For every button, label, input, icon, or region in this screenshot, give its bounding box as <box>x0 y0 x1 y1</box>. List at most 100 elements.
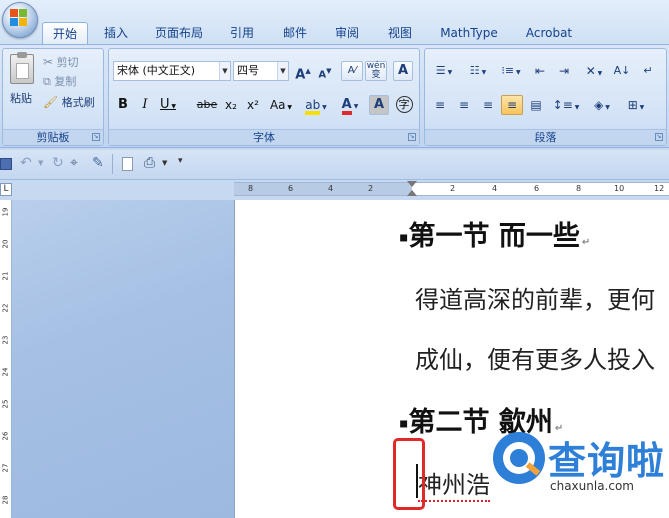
chevron-down-icon[interactable]: ▼ <box>162 159 167 167</box>
chevron-down-icon[interactable]: ▼ <box>38 159 43 167</box>
ruler-tick: 4 <box>492 184 498 193</box>
chevron-down-icon[interactable]: ▼ <box>219 62 230 80</box>
ruler-tick: 4 <box>328 184 334 193</box>
underline-button[interactable]: U ▼ <box>157 95 179 115</box>
edit-icon[interactable]: ✎ <box>92 155 104 171</box>
clipboard-icon <box>10 52 34 84</box>
vertical-ruler[interactable]: 19 20 21 22 23 24 25 26 27 28 <box>0 200 12 518</box>
align-right-icon[interactable]: ≡ <box>477 95 499 115</box>
show-marks-icon[interactable]: ↵ <box>637 61 659 81</box>
borders-button[interactable]: ⊞ ▼ <box>621 95 651 115</box>
tab-references[interactable]: 引用 <box>222 22 262 44</box>
tab-view[interactable]: 视图 <box>380 22 420 44</box>
ruler-tick: 8 <box>576 184 582 193</box>
align-center-icon[interactable]: ≡ <box>453 95 475 115</box>
watermark-logo-icon <box>493 432 545 484</box>
decrease-indent-icon[interactable]: ⇤ <box>529 61 551 81</box>
separator <box>112 154 113 174</box>
ruler-tick: 21 <box>1 271 10 281</box>
multilevel-list-button[interactable]: ⁝≡ ▼ <box>497 61 525 81</box>
clipboard-group: 粘贴 ✂ 剪切 ⧉ 复制 🖌 格式刷 剪贴板 ↘ <box>2 48 104 146</box>
font-launcher-icon[interactable]: ↘ <box>408 133 416 141</box>
bold-button[interactable]: B <box>113 95 133 115</box>
format-painter-label: 格式刷 <box>61 96 95 109</box>
quick-access-toolbar: ↶ ▼ ↻ ⌖ ✎ ⎙ ▼ ▾ <box>0 150 669 180</box>
ruler-tick: 24 <box>1 367 10 377</box>
numbering-button[interactable]: ☷ ▼ <box>463 61 493 81</box>
print-preview-icon[interactable]: ⎙ <box>144 155 155 171</box>
distributed-icon[interactable]: ▤ <box>525 95 547 115</box>
tab-page-layout[interactable]: 页面布局 <box>148 22 210 44</box>
horizontal-ruler[interactable]: 8 6 4 2 2 4 6 8 10 12 <box>234 181 669 196</box>
change-case-button[interactable]: Aa ▼ <box>267 95 295 115</box>
font-color-button[interactable]: A ▼ <box>335 95 365 115</box>
enclose-characters-button[interactable]: 字 <box>393 95 415 115</box>
cut-button[interactable]: ✂ 剪切 <box>43 53 101 71</box>
font-name-combo[interactable]: 宋体 (中文正文) ▼ <box>113 61 231 81</box>
clipboard-group-label: 剪贴板 <box>3 129 103 145</box>
grow-font-button[interactable]: A▲ <box>293 61 313 82</box>
format-painter-button[interactable]: 🖌 格式刷 <box>43 93 103 111</box>
paint-bucket-icon: ◈ <box>594 98 604 112</box>
shading-button[interactable]: ◈ ▼ <box>587 95 617 115</box>
paragraph-launcher-icon[interactable]: ↘ <box>655 133 663 141</box>
paragraph-group-label: 段落 <box>425 129 666 145</box>
ruler-tick: 6 <box>288 184 294 193</box>
customize-qat-icon[interactable]: ▾ <box>178 156 183 166</box>
first-line-indent-marker[interactable] <box>407 181 417 187</box>
scissors-icon: ✂ <box>43 55 54 69</box>
character-shading-button[interactable]: A <box>369 95 389 115</box>
copy-icon: ⧉ <box>43 75 51 88</box>
body-line-2[interactable]: 成仙，便有更多人投入 <box>415 340 655 375</box>
tab-home[interactable]: 开始 <box>42 22 88 44</box>
strikethrough-button[interactable]: abe <box>195 95 219 115</box>
ruler-tick: 10 <box>614 184 625 193</box>
tab-mailings[interactable]: 邮件 <box>275 22 315 44</box>
bullet-icon: ▪ <box>399 229 409 246</box>
chevron-down-icon[interactable]: ▼ <box>277 62 288 80</box>
body-line-1[interactable]: 得道高深的前辈，更何 <box>415 280 655 315</box>
bullets-button[interactable]: ☰ ▼ <box>429 61 459 81</box>
paste-button[interactable]: 粘贴 <box>6 52 38 110</box>
tab-acrobat[interactable]: Acrobat <box>518 22 580 44</box>
increase-indent-icon[interactable]: ⇥ <box>553 61 575 81</box>
copy-button[interactable]: ⧉ 复制 <box>43 73 101 91</box>
watermark-url: chaxunla.com <box>550 479 634 493</box>
line-spacing-icon: ↕≡ <box>552 98 573 112</box>
phonetic-guide-button[interactable]: wén 变 <box>365 61 387 81</box>
enclose-icon: 字 <box>395 96 413 113</box>
justify-icon[interactable]: ≡ <box>501 95 523 115</box>
tab-review[interactable]: 审阅 <box>327 22 367 44</box>
save-icon[interactable] <box>0 158 12 170</box>
align-left-icon[interactable]: ≡ <box>429 95 451 115</box>
character-border-button[interactable]: A <box>393 61 413 81</box>
clipboard-launcher-icon[interactable]: ↘ <box>92 133 100 141</box>
highlight-button[interactable]: ab ▼ <box>301 95 331 115</box>
heading-2[interactable]: ▪第二节 歙州 ↵ <box>399 400 563 439</box>
tab-mathtype[interactable]: MathType <box>432 22 506 44</box>
office-logo-icon <box>10 9 28 27</box>
font-size-combo[interactable]: 四号 ▼ <box>233 61 289 81</box>
paragraph-group: ☰ ▼ ☷ ▼ ⁝≡ ▼ ⇤ ⇥ ✕ ▼ A↓ ↵ ≡ ≡ ≡ ≡ ▤ ↕≡ ▼… <box>424 48 667 146</box>
font-group: 宋体 (中文正文) ▼ 四号 ▼ A▲ A▼ A⁄ wén 变 A B I U ▼… <box>108 48 420 146</box>
italic-button[interactable]: I <box>135 95 155 115</box>
undo-icon[interactable]: ↶ <box>20 155 32 171</box>
draw-table-icon[interactable]: ⌖ <box>70 155 78 171</box>
shrink-font-button[interactable]: A▼ <box>315 61 335 81</box>
heading-1[interactable]: ▪第一节 而一些 ↵ <box>399 214 590 253</box>
asian-layout-button[interactable]: ✕ ▼ <box>579 61 609 81</box>
redo-icon[interactable]: ↻ <box>52 155 64 171</box>
body-line-3[interactable]: 神州浩 <box>418 465 490 502</box>
superscript-button[interactable]: x² <box>243 95 263 115</box>
tab-insert[interactable]: 插入 <box>96 22 136 44</box>
sort-icon[interactable]: A↓ <box>611 61 633 81</box>
ruler-tick: 22 <box>1 303 10 313</box>
line-spacing-button[interactable]: ↕≡ ▼ <box>551 95 581 115</box>
subscript-button[interactable]: x₂ <box>221 95 241 115</box>
hanging-indent-marker[interactable] <box>407 190 417 196</box>
tab-selector-icon[interactable]: L <box>0 183 12 196</box>
font-size-value: 四号 <box>237 64 259 77</box>
new-document-icon[interactable] <box>122 157 133 171</box>
clear-format-icon[interactable]: A⁄ <box>341 61 363 81</box>
ruler-margin <box>234 183 412 195</box>
